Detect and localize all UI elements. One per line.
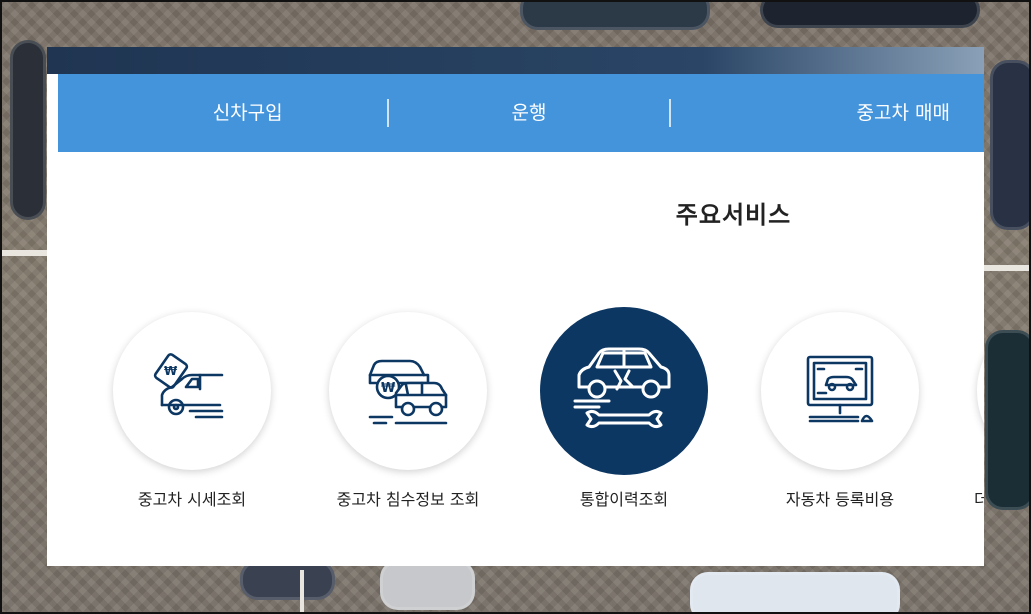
- service-circle[interactable]: [761, 312, 919, 470]
- service-registration-cost[interactable]: 자동차 등록비용: [740, 312, 940, 510]
- car-price-tag-icon: ₩: [153, 353, 224, 419]
- service-list: ₩ 중고차 시세조회 ₩ 중고차 침수정보 조회 통합이력조회 자동차 등록비용…: [47, 307, 984, 532]
- main-panel: 신차구입 운행 중고차 매매 주요서비스 ₩ 중고차 시세조회 ₩ 중고차 침수…: [47, 47, 984, 566]
- service-label: 자동차 등록비용: [785, 490, 895, 509]
- service-label: 중고차 시세조회: [137, 490, 247, 509]
- svg-text:₩: ₩: [381, 381, 396, 396]
- flooded-cars-won-icon: ₩: [368, 359, 448, 425]
- nav-item-driving[interactable]: 운행: [389, 74, 668, 152]
- service-flood-info[interactable]: ₩ 중고차 침수정보 조회: [308, 312, 508, 510]
- service-circle[interactable]: ₩: [329, 312, 487, 470]
- car-repair-wrench-icon: [573, 347, 671, 429]
- service-label: 중고차 침수정보 조회: [336, 490, 480, 509]
- service-label: 통합이력조회: [579, 490, 669, 509]
- section-title: 주요서비스: [675, 201, 792, 229]
- service-integrated-history[interactable]: 통합이력조회: [524, 307, 724, 510]
- service-used-car-price[interactable]: ₩ 중고차 시세조회: [92, 312, 292, 510]
- top-navigation: 신차구입 운행 중고차 매매: [58, 74, 984, 152]
- service-more[interactable]: 더: [956, 312, 984, 510]
- nav-item-new-car[interactable]: 신차구입: [58, 74, 387, 152]
- svg-text:₩: ₩: [164, 364, 178, 378]
- panel-top-strip: [47, 47, 984, 74]
- service-circle[interactable]: [977, 312, 984, 470]
- service-label: 더: [974, 490, 984, 509]
- nav-item-used-car-trade[interactable]: 중고차 매매: [671, 74, 984, 152]
- service-circle-active[interactable]: [540, 307, 708, 475]
- service-circle[interactable]: ₩: [113, 312, 271, 470]
- computer-car-registration-icon: [806, 355, 874, 423]
